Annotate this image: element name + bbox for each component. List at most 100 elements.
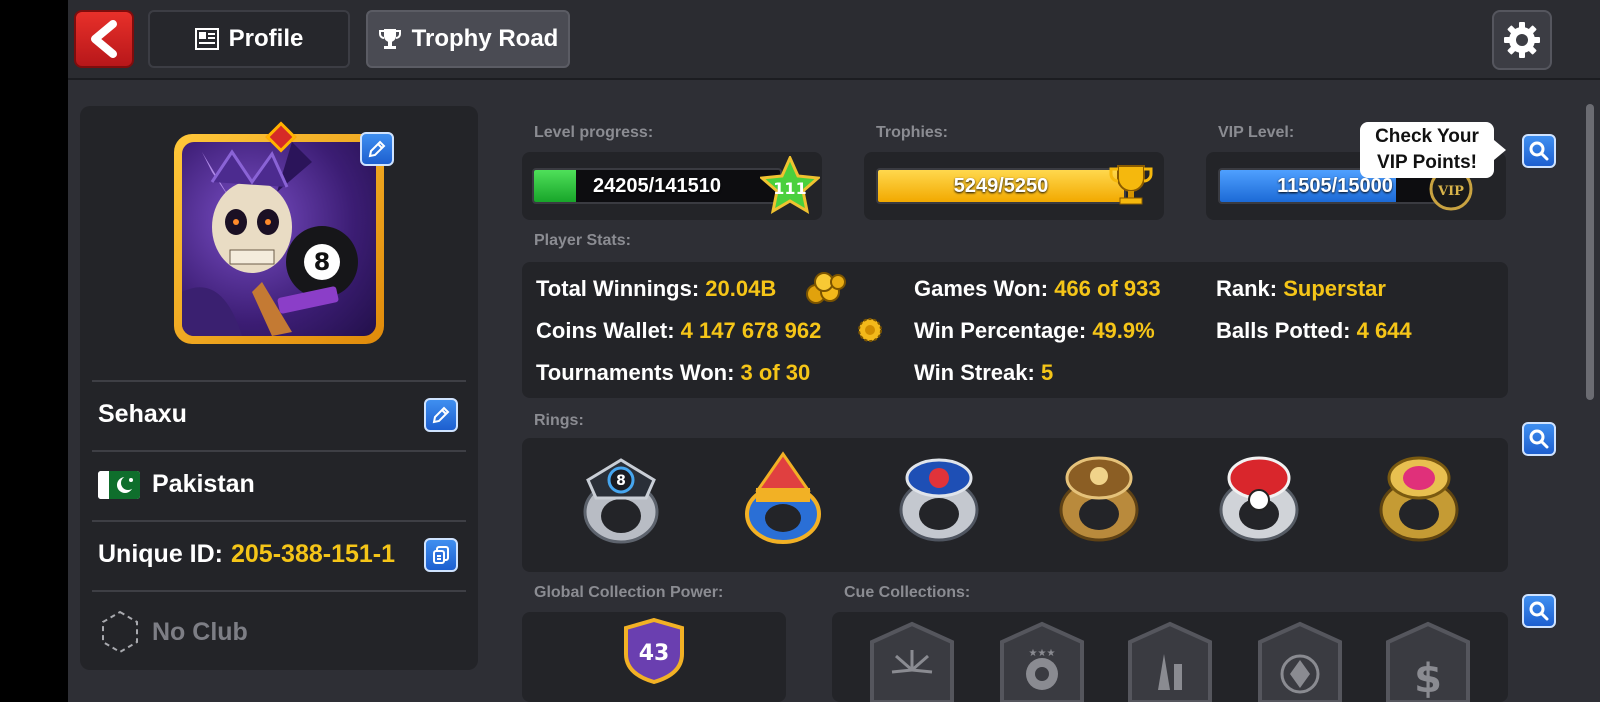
balls-potted-stat: Balls Potted: 4 644 — [1216, 318, 1412, 344]
copy-icon — [433, 546, 449, 564]
vip-tooltip[interactable]: Check Your VIP Points! — [1360, 122, 1506, 178]
legend-ring-icon[interactable] — [736, 450, 830, 546]
win-streak-stat: Win Streak: 5 — [914, 360, 1053, 386]
coins-wallet-label: Coins Wallet: — [536, 318, 675, 343]
empty-club-icon — [102, 610, 138, 654]
player-stats-label: Player Stats: — [534, 232, 631, 249]
rings-label: Rings: — [534, 412, 584, 429]
profile-panel: 8 Sehaxu Pakistan Unique ID: 205-388-151… — [80, 106, 478, 670]
balls-potted-label: Balls Potted: — [1216, 318, 1351, 343]
tournaments-won-stat: Tournaments Won: 3 of 30 — [536, 360, 810, 386]
skull-avatar-icon: 8 — [182, 142, 358, 336]
scrollbar[interactable] — [1586, 104, 1594, 400]
rank-value: Superstar — [1283, 276, 1386, 301]
chevron-left-icon — [91, 20, 117, 58]
svg-text:8: 8 — [616, 473, 626, 489]
coin-pile-icon — [806, 272, 846, 304]
total-winnings-label: Total Winnings: — [536, 276, 700, 301]
tab-trophy-road-label: Trophy Road — [411, 25, 559, 52]
copy-id-button[interactable] — [424, 538, 458, 572]
champion-ring-icon[interactable] — [1052, 450, 1146, 546]
tournaments-won-label: Tournaments Won: — [536, 360, 735, 385]
win-streak-label: Win Streak: — [914, 360, 1035, 385]
fireworks-collection-icon[interactable] — [866, 620, 958, 702]
level-progress-label: Level progress: — [534, 124, 654, 141]
edit-avatar-button[interactable] — [360, 132, 394, 166]
tab-trophy-road[interactable]: Trophy Road — [366, 10, 570, 68]
search-icon — [1529, 141, 1549, 161]
coins-wallet-value: 4 147 678 962 — [680, 318, 822, 343]
coins-wallet-stat: Coins Wallet: 4 147 678 962 — [536, 318, 821, 344]
rank-label: Rank: — [1216, 276, 1278, 301]
club-row[interactable]: No Club — [100, 610, 248, 654]
win-percentage-stat: Win Percentage: 49.9% — [914, 318, 1155, 344]
divider — [92, 380, 466, 382]
games-won-value: 466 of 933 — [1054, 276, 1161, 301]
divider — [92, 450, 466, 452]
las-vegas-ring-icon[interactable] — [1212, 450, 1306, 546]
country-name: Pakistan — [152, 470, 255, 498]
profile-card-icon — [194, 28, 219, 50]
games-won-stat: Games Won: 466 of 933 — [914, 276, 1161, 302]
player-name-row: Sehaxu — [98, 400, 187, 429]
club-name: No Club — [152, 617, 248, 646]
vip-tooltip-line1: Check Your — [1375, 126, 1479, 147]
win-percentage-label: Win Percentage: — [914, 318, 1087, 343]
gold-trophy-icon — [1109, 165, 1153, 205]
rings-panel — [522, 438, 1508, 572]
tab-profile-label: Profile — [228, 25, 304, 52]
gem-collection-icon[interactable] — [1254, 620, 1346, 702]
country-row: Pakistan — [98, 470, 255, 499]
divider — [92, 590, 466, 592]
total-winnings-stat: Total Winnings: 20.04B — [536, 276, 776, 302]
pencil-icon — [368, 140, 386, 158]
divider — [92, 520, 466, 522]
player-name: Sehaxu — [98, 400, 187, 428]
level-progress-bar: 24205/141510 — [532, 168, 782, 204]
edit-name-button[interactable] — [424, 398, 458, 432]
pakistan-flag-icon — [98, 470, 140, 499]
unique-id-label: Unique ID: — [98, 540, 223, 568]
vip-search-button[interactable] — [1522, 134, 1556, 168]
svg-text:★★★: ★★★ — [1029, 648, 1056, 659]
master-ring-icon[interactable]: 8 — [574, 450, 668, 546]
vip-tooltip-line2: VIP Points! — [1377, 152, 1477, 173]
cue-collections-label: Cue Collections: — [844, 584, 971, 601]
unique-id-value: 205-388-151-1 — [231, 540, 396, 568]
search-icon — [1529, 601, 1549, 621]
avatar-image: 8 — [182, 142, 376, 336]
eight-ball-collection-icon[interactable]: ★★★ — [996, 620, 1088, 702]
dollar-collection-icon[interactable]: $ — [1382, 620, 1474, 702]
level-progress-text: 24205/141510 — [593, 174, 721, 197]
settings-button[interactable] — [1492, 10, 1552, 70]
trophies-text: 5249/5250 — [953, 174, 1049, 197]
balls-potted-value: 4 644 — [1356, 318, 1412, 343]
back-button[interactable] — [74, 10, 134, 68]
level-star-icon: 111 — [760, 156, 820, 214]
games-won-label: Games Won: — [914, 276, 1049, 301]
svg-text:$: $ — [1414, 656, 1442, 702]
avatar[interactable]: 8 — [174, 134, 384, 344]
cue-collections-search-button[interactable] — [1522, 594, 1556, 628]
top-bar: Profile Trophy Road — [68, 0, 1600, 80]
collection-power-value: 43 — [639, 641, 670, 666]
rank-stat: Rank: Superstar — [1216, 276, 1386, 302]
vip-level-label: VIP Level: — [1218, 124, 1295, 141]
rings-search-button[interactable] — [1522, 422, 1556, 456]
pencil-icon — [432, 406, 450, 424]
toronto-ring-icon[interactable] — [892, 450, 986, 546]
trophies-bar: 5249/5250 — [876, 168, 1126, 204]
svg-text:VIP: VIP — [1437, 184, 1464, 199]
gear-icon — [1504, 22, 1540, 58]
search-icon — [1529, 429, 1549, 449]
landmarks-collection-icon[interactable] — [1124, 620, 1216, 702]
tournaments-won-value: 3 of 30 — [740, 360, 811, 385]
win-percentage-value: 49.9% — [1092, 318, 1155, 343]
svg-text:8: 8 — [314, 248, 331, 276]
coin-icon — [858, 318, 882, 342]
tab-profile[interactable]: Profile — [148, 10, 350, 68]
unique-id-row: Unique ID: 205-388-151-1 — [98, 540, 395, 569]
app-root: Profile Trophy Road 8 Sehaxu Pakistan Un… — [68, 0, 1600, 702]
total-winnings-value: 20.04B — [705, 276, 777, 301]
venue-ring-icon[interactable] — [1372, 450, 1466, 546]
